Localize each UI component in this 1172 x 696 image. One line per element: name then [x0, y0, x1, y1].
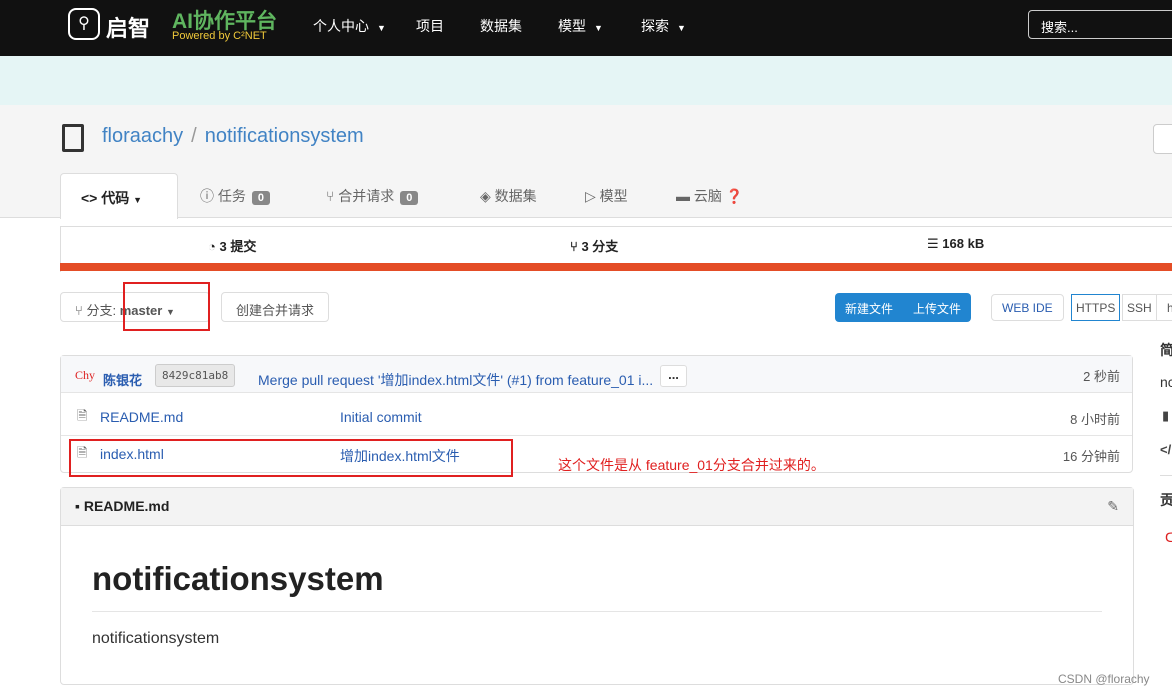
repo-title: floraachy / notificationsystem [102, 125, 364, 148]
caret-down-icon: ▼ [133, 195, 143, 205]
nav-label: 个人中心 [313, 18, 369, 34]
language-bar [60, 263, 1172, 271]
size-stat: ☰ 168 kB [927, 236, 984, 252]
count-badge: 0 [251, 191, 271, 205]
bookmark-icon: ▮ [1162, 408, 1170, 423]
server-icon: ▬ [676, 188, 690, 204]
nav-personal[interactable]: 个人中心 ▼ [313, 16, 386, 36]
repo-book-icon [62, 124, 84, 152]
web-ide-button[interactable]: WEB IDE [991, 294, 1064, 321]
caret-down-icon: ▼ [377, 23, 386, 33]
top-nav: ⚲ 启智 AI协作平台 Powered by C²NET 个人中心 ▼ 项目 数据… [0, 0, 1172, 56]
more-button[interactable]: ... [660, 365, 687, 387]
edit-pencil-icon[interactable]: ✎ [1107, 498, 1119, 515]
annotation-text: 这个文件是从 feature_01分支合并过来的。 [558, 457, 825, 473]
annotation-box [69, 439, 513, 477]
divider [92, 611, 1102, 612]
database-icon: ☰ [927, 236, 939, 251]
repo-name-link[interactable]: notificationsystem [205, 125, 364, 147]
nav-explore[interactable]: 探索 ▼ [641, 16, 686, 36]
tab-label: 代码 [101, 190, 130, 206]
nav-label: 模型 [558, 18, 586, 34]
commits-stat[interactable]: ◔ 3 提交 [208, 236, 256, 255]
repo-owner-link[interactable]: floraachy [102, 125, 183, 147]
history-icon: ◔ [208, 239, 216, 254]
tab-models[interactable]: ▷ 模型 [585, 186, 628, 206]
tab-issues[interactable]: ⓘ 任务 0 [200, 186, 271, 206]
branches-stat[interactable]: ⑂ 3 分支 [570, 236, 618, 255]
banner [0, 56, 1172, 105]
clone-url-input[interactable]: h [1156, 294, 1172, 321]
logo-icon[interactable]: ⚲ [68, 8, 100, 40]
tab-label: 模型 [599, 188, 628, 204]
pr-icon: ⑂ [326, 188, 335, 204]
file-commit[interactable]: Initial commit [340, 409, 422, 425]
book-icon: ▪ [75, 498, 80, 514]
tab-label: 任务 [217, 188, 246, 204]
help-icon[interactable]: ❓ [726, 188, 743, 204]
readme-filename: README.md [83, 498, 170, 514]
code-icon: </ [1160, 442, 1172, 457]
watermark: CSDN @florachy [1058, 672, 1150, 686]
branch-icon: ⑂ [570, 239, 578, 254]
caret-down-icon: ▼ [594, 23, 603, 33]
tab-cloudbrain[interactable]: ▬ 云脑 ❓ [676, 186, 743, 206]
brand[interactable]: 启智 [106, 11, 150, 43]
branch-icon: ⑂ [75, 303, 83, 318]
file-icon: 🗎 [77, 408, 88, 423]
search-input[interactable]: 搜索... [1028, 10, 1172, 39]
caret-down-icon: ▼ [677, 23, 686, 33]
commit-author[interactable]: 陈银花 [103, 370, 142, 389]
ssh-button[interactable]: SSH [1122, 294, 1157, 321]
tab-code[interactable]: <> 代码 ▼ [60, 173, 178, 219]
tab-label: 数据集 [494, 188, 537, 204]
upload-file-button[interactable]: 上传文件 [913, 300, 961, 316]
commit-time: 2 秒前 [1083, 369, 1120, 384]
cube-icon: ◈ [480, 188, 491, 204]
contributor-avatar[interactable]: ᑕ [1165, 530, 1172, 546]
commit-message[interactable]: Merge pull request '增加index.html文件' (#1)… [258, 370, 653, 390]
new-file-button[interactable]: 新建文件 [845, 300, 893, 316]
readme-body: notificationsystem [92, 630, 220, 647]
file-actions: 新建文件 上传文件 [835, 293, 971, 322]
readme-header: ▪ README.md ✎ [61, 488, 1133, 526]
watch-button[interactable] [1153, 124, 1172, 154]
sidebar-contributors-heading: 贡 [1160, 492, 1172, 508]
file-time: 16 分钟前 [1062, 449, 1120, 464]
readme-heading: notificationsystem [92, 560, 384, 597]
file-name[interactable]: README.md [100, 409, 183, 425]
tab-label: 云脑 [693, 188, 722, 204]
stat-label: 3 分支 [581, 239, 619, 254]
tab-pull-requests[interactable]: ⑂ 合并请求 0 [326, 186, 419, 206]
issue-icon: ⓘ [200, 188, 214, 204]
sidebar-description: nc [1160, 374, 1172, 390]
readme-panel: ▪ README.md ✎ notificationsystem notifica… [60, 487, 1134, 685]
commit-sha[interactable]: 8429c81ab8 [155, 364, 236, 387]
nav-projects[interactable]: 项目 [416, 16, 444, 36]
stat-label: 3 提交 [219, 239, 257, 254]
stat-label: 168 kB [942, 236, 985, 251]
divider [1160, 475, 1172, 476]
create-pr-button[interactable]: 创建合并请求 [221, 292, 330, 322]
sidebar-intro-heading: 简 [1160, 342, 1172, 358]
nav-models[interactable]: 模型 ▼ [558, 16, 603, 36]
powered-by: Powered by C²NET [172, 30, 267, 42]
play-icon: ▷ [585, 188, 596, 204]
tab-label: 合并请求 [338, 188, 395, 204]
file-time: 8 小时前 [1070, 412, 1120, 427]
tab-datasets[interactable]: ◈ 数据集 [480, 186, 537, 206]
file-row: 🗎 README.md Initial commit 8 小时前 [61, 399, 1132, 436]
count-badge: 0 [400, 191, 419, 205]
annotation-box [123, 282, 210, 331]
nav-label: 探索 [641, 18, 669, 34]
avatar[interactable]: Chy [75, 368, 95, 383]
nav-datasets[interactable]: 数据集 [480, 16, 522, 36]
latest-commit-row: Chy 陈银花 8429c81ab8 Merge pull request '增… [61, 356, 1132, 393]
https-button[interactable]: HTTPS [1071, 294, 1121, 321]
branch-label: 分支: [86, 303, 117, 318]
code-icon: <> [81, 190, 98, 206]
separator: / [191, 125, 197, 147]
